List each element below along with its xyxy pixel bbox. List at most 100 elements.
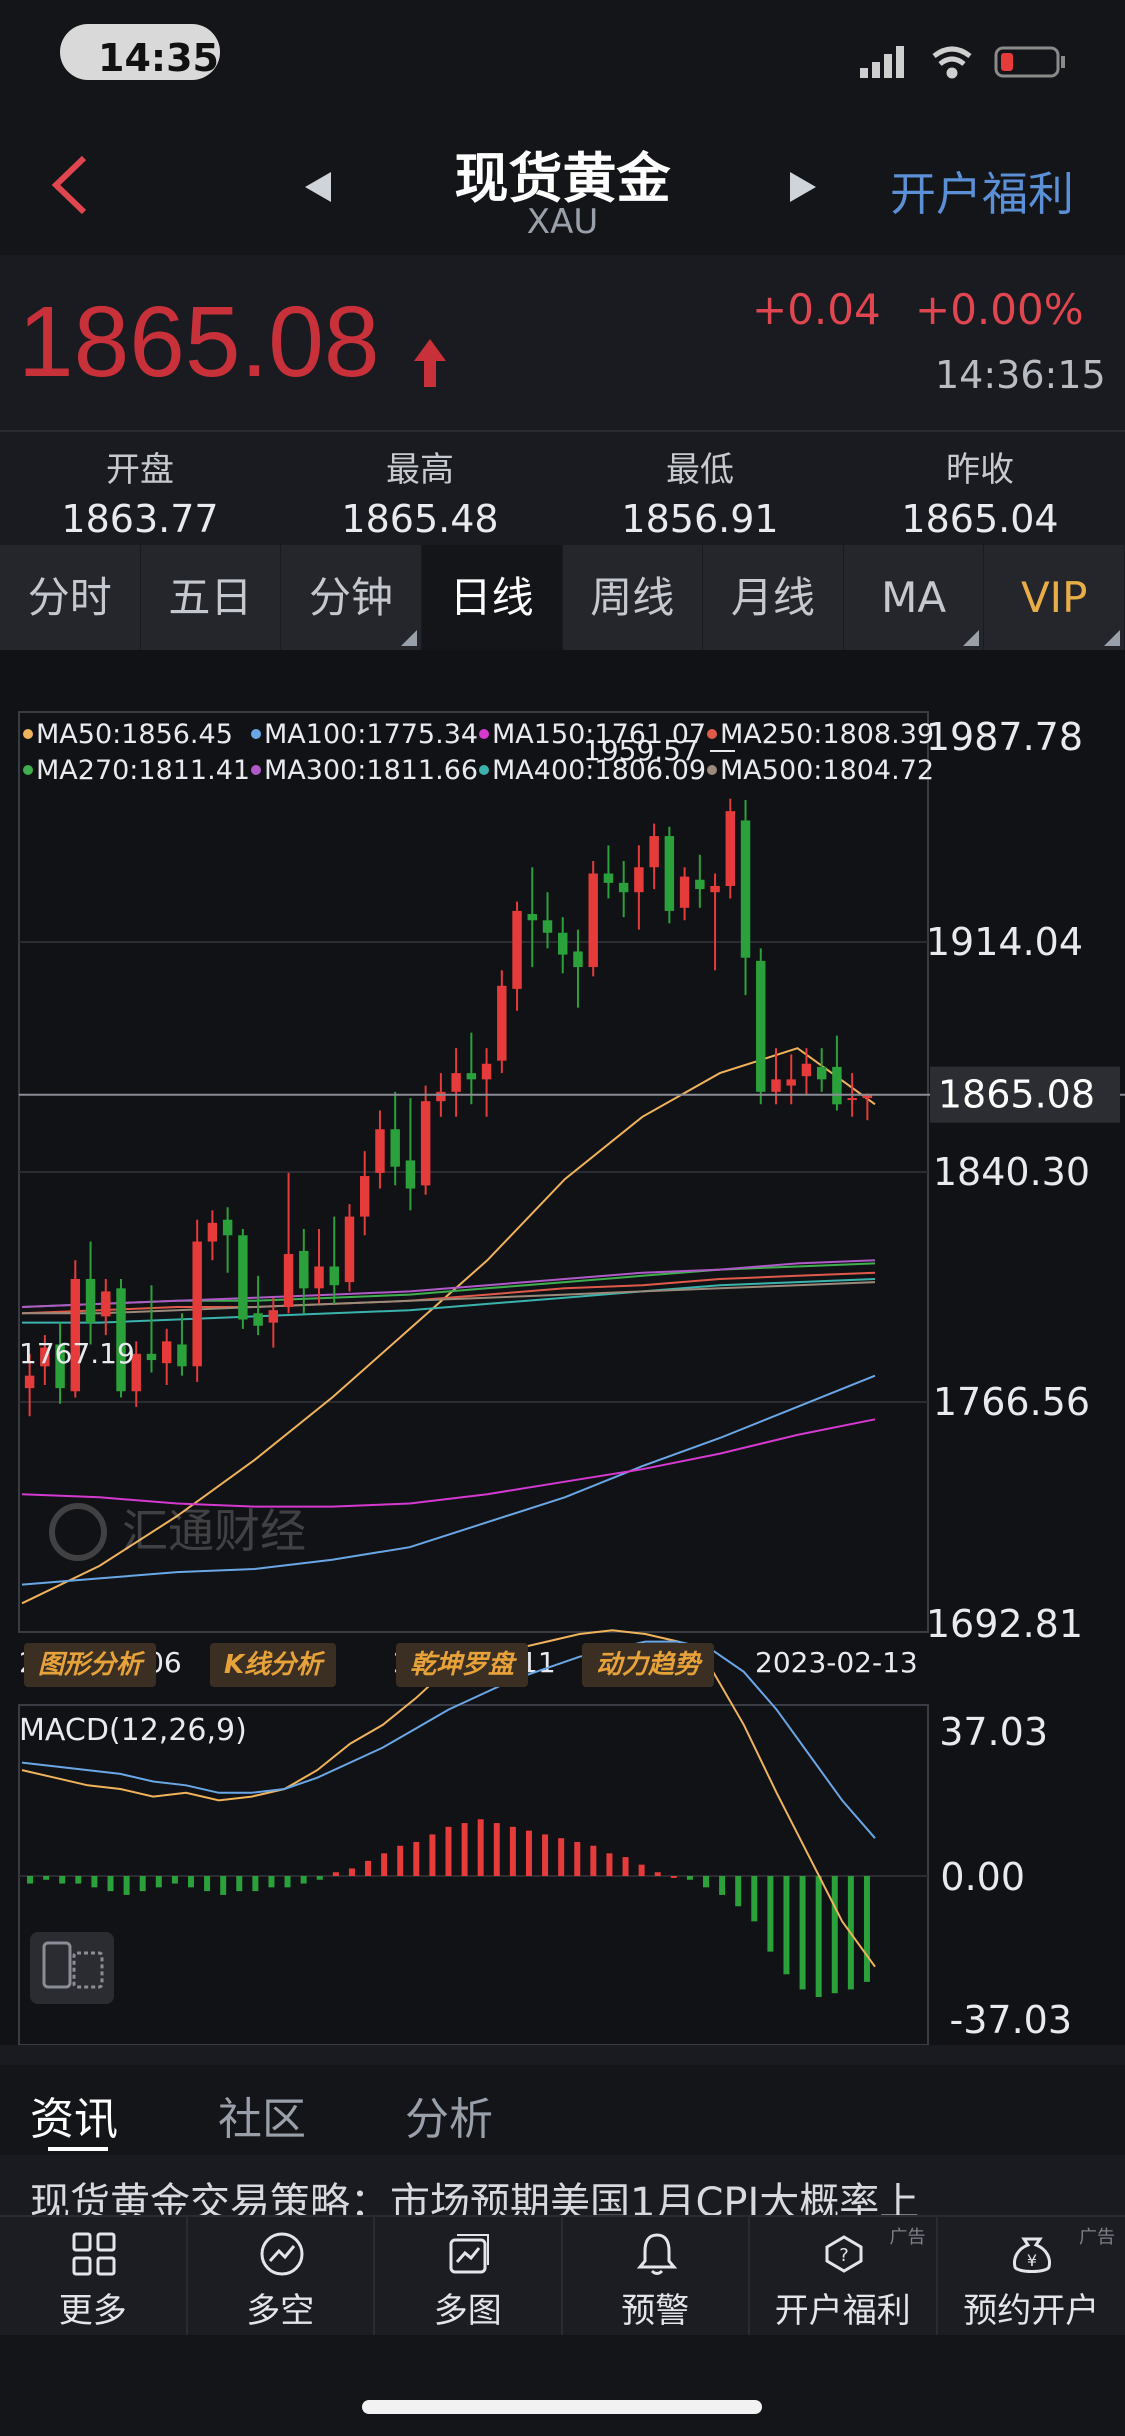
back-icon[interactable] (40, 150, 110, 220)
candle (101, 1278, 111, 1336)
candle (344, 1204, 355, 1292)
ad-badge: 广告 (1079, 2227, 1115, 2248)
macd-bar (236, 1876, 243, 1892)
quote-time: 14:36:15 (935, 353, 1106, 397)
legend-dot (251, 765, 261, 775)
macd-bar (509, 1826, 516, 1876)
stat-label: 最高 (386, 450, 454, 490)
macd-bar (27, 1876, 34, 1884)
book-account-button[interactable]: 广告 ¥ 预约开户 (938, 2217, 1125, 2337)
macd-bar (429, 1834, 436, 1876)
tab-label: 分钟 (309, 573, 394, 622)
home-indicator[interactable] (362, 2400, 762, 2414)
stat-low: 最低 1856.91 (560, 442, 840, 541)
macd-tick: 37.03 (939, 1710, 1048, 1754)
tab-ma[interactable]: MA (844, 545, 985, 650)
legend-entry: MA100:1775.34 (264, 719, 478, 750)
battery-icon (994, 46, 1065, 78)
macd-bar (493, 1823, 500, 1876)
candles (24, 798, 873, 1417)
candle (649, 823, 659, 890)
bell-icon (636, 2233, 677, 2275)
tab-community[interactable]: 社区 (218, 2083, 306, 2147)
macd-bar (799, 1876, 806, 1990)
tab-five-day[interactable]: 五日 (141, 545, 282, 650)
tab-analysis[interactable]: 分析 (405, 2083, 493, 2147)
candle (161, 1328, 172, 1386)
compass-button[interactable]: 乾坤罗盘 (396, 1643, 529, 1687)
tab-news[interactable]: 资讯 (30, 2083, 118, 2147)
high-mark: 1959.57 (583, 734, 699, 767)
bull-bear-button[interactable]: 多空 (188, 2217, 375, 2337)
price-tick: 1914.04 (926, 920, 1083, 964)
ma-line-ma400 (22, 1278, 876, 1324)
account-promo-button[interactable]: 广告 ? 开户福利 (750, 2217, 938, 2337)
tab-minute[interactable]: 分钟 (281, 545, 422, 650)
candle (664, 826, 675, 924)
alert-button[interactable]: 预警 (563, 2217, 750, 2337)
macd-bar (107, 1876, 114, 1892)
candle (253, 1275, 263, 1336)
quote-stats: 开盘 1863.77 最高 1865.48 最低 1856.91 昨收 1865… (0, 432, 1125, 542)
candle (603, 845, 614, 899)
low-mark: 1767.19 (19, 1337, 135, 1370)
next-instrument-icon[interactable] (790, 172, 816, 202)
tab-daily[interactable]: 日线 (421, 545, 563, 650)
legend-entry: MA270:1811.41 (36, 755, 250, 786)
watermark-logo-icon (49, 1503, 107, 1561)
prev-instrument-icon[interactable] (305, 172, 331, 202)
momentum-trend-button[interactable]: 动力趋势 (582, 1643, 715, 1687)
macd-bar (155, 1876, 162, 1888)
tab-monthly[interactable]: 月线 (703, 545, 844, 650)
candle (360, 1151, 370, 1236)
multi-chart-button[interactable]: 多图 (375, 2217, 563, 2337)
macd-bar (268, 1876, 275, 1888)
wifi-icon (932, 46, 972, 79)
cellular-signal-icon (860, 46, 904, 78)
price-tick: 1692.81 (926, 1602, 1083, 1646)
candle (725, 798, 736, 899)
macd-bar (751, 1876, 758, 1922)
kline-analysis-button[interactable]: K线分析 (210, 1643, 337, 1687)
candle (70, 1260, 81, 1398)
status-bar: 14:35 (0, 0, 1125, 120)
macd-bar (622, 1857, 629, 1876)
news-headline[interactable]: 现货黄金交易策略：市场预期美国1月CPI大概率上 (30, 2170, 1100, 2220)
macd-bar (300, 1876, 307, 1884)
tab-intraday[interactable]: 分时 (0, 545, 141, 650)
chart-area[interactable]: MA50:1856.45 MA100:1775.34 MA150:1761.07 MA… (0, 650, 1125, 2046)
open-account-link[interactable]: 开户福利 (890, 158, 1074, 224)
pattern-analysis-button[interactable]: 图形分析 (24, 1643, 157, 1687)
tab-weekly[interactable]: 周线 (563, 545, 704, 650)
tab-label: MA (881, 573, 947, 622)
macd-bar (590, 1845, 597, 1876)
macd-bar (187, 1876, 194, 1888)
macd-bar (863, 1876, 870, 1982)
quote-panel: 1865.08 +0.04 +0.00% 14:36:15 (0, 255, 1125, 432)
svg-text:?: ? (839, 2245, 849, 2266)
macd-histogram (27, 1819, 870, 1997)
macd-bar (542, 1834, 549, 1876)
candle (801, 1048, 812, 1095)
page-subtitle: XAU (526, 202, 599, 242)
macd-tick: -37.03 (950, 1998, 1073, 2042)
tab-vip[interactable]: VIP (984, 545, 1125, 650)
stat-open: 开盘 1863.77 (0, 442, 280, 541)
candle (786, 1054, 796, 1105)
candle (588, 861, 598, 977)
stat-value: 1863.77 (61, 497, 219, 541)
macd-bar (574, 1841, 581, 1876)
kline-chart[interactable]: MA50:1856.45 MA100:1775.34 MA150:1761.07 MA… (0, 650, 1125, 2046)
price-tick: 1766.56 (933, 1380, 1090, 1424)
candle (558, 917, 568, 974)
more-button[interactable]: 更多 (0, 2217, 188, 2337)
tool-label: 多图 (433, 2291, 502, 2331)
macd-bar (91, 1876, 98, 1888)
candle (466, 1032, 477, 1105)
stat-prev-close: 昨收 1865.04 (840, 442, 1120, 541)
candle (329, 1216, 339, 1304)
macd-bar (638, 1864, 645, 1876)
stat-value: 1865.04 (901, 497, 1059, 541)
candle (512, 901, 522, 1011)
candle (862, 1093, 873, 1121)
